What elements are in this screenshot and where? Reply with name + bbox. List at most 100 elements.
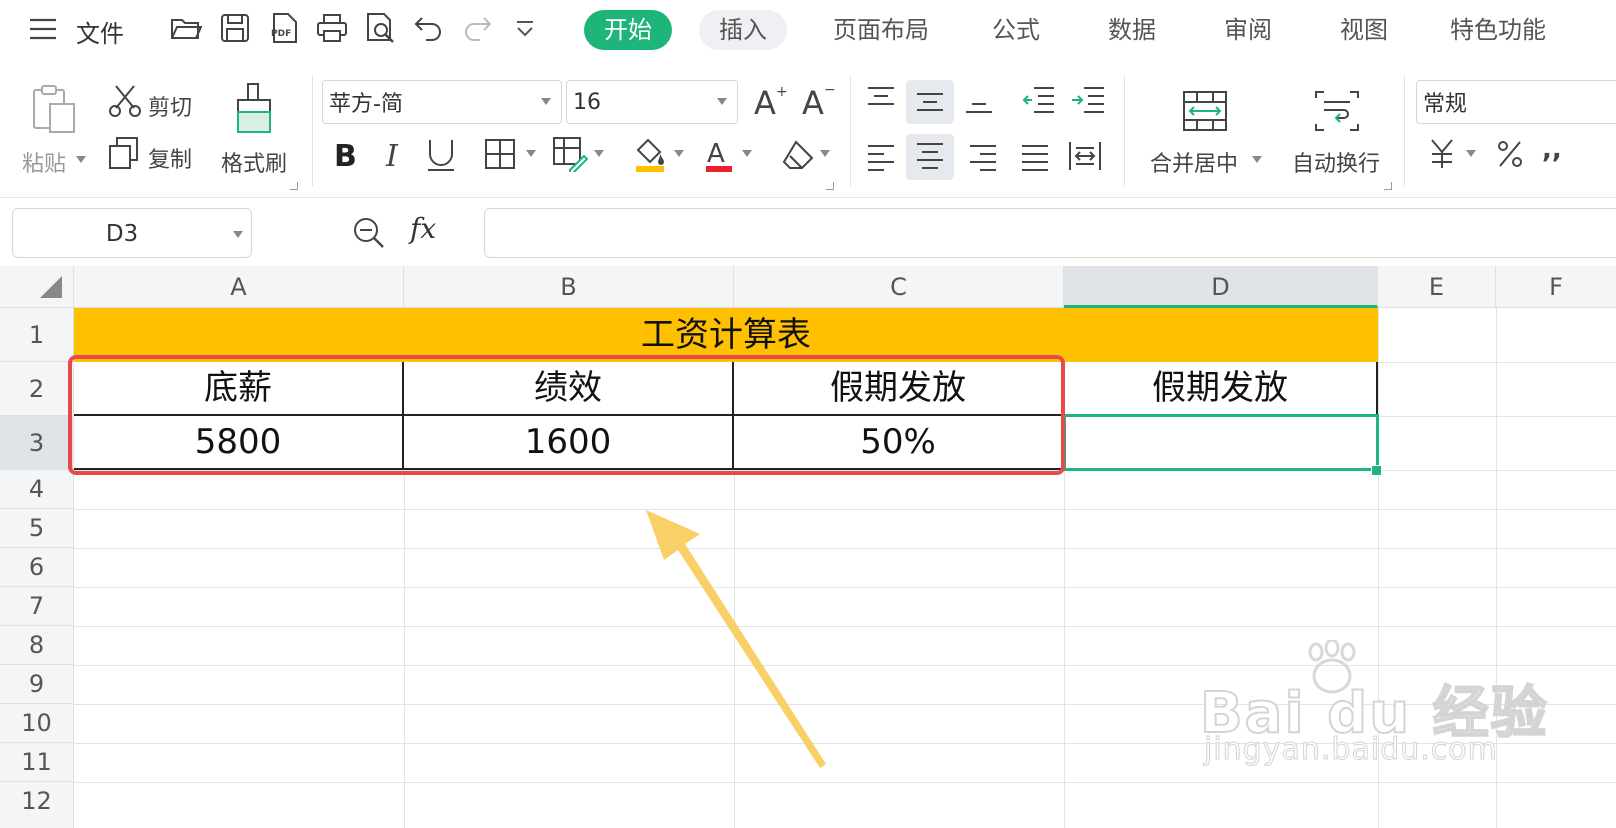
row-header-3[interactable]: 3 — [0, 416, 74, 470]
font-name-select[interactable]: 苹方-简 — [322, 80, 562, 124]
more-icon[interactable] — [514, 20, 536, 38]
number-format-select[interactable]: 常规 — [1416, 80, 1616, 124]
select-all-button[interactable] — [0, 266, 74, 308]
row-header-1[interactable]: 1 — [0, 308, 74, 362]
column-header-e[interactable]: E — [1378, 266, 1496, 308]
row-header-10[interactable]: 10 — [0, 704, 74, 743]
currency-icon[interactable] — [1428, 138, 1456, 170]
tab-formula[interactable]: 公式 — [972, 10, 1060, 50]
fill-color-dropdown-icon[interactable] — [674, 150, 684, 157]
row-header-8[interactable]: 8 — [0, 626, 74, 665]
column-header-d[interactable]: D — [1064, 266, 1378, 308]
align-left-icon[interactable] — [866, 142, 896, 172]
watermark-url: jingyan.baidu.com — [1204, 732, 1498, 768]
font-size-select[interactable]: 16 — [566, 80, 738, 124]
cell-d2[interactable]: 假期发放 — [1064, 362, 1378, 416]
column-header-c[interactable]: C — [734, 266, 1064, 308]
thousands-separator-icon[interactable]: ,, — [1540, 136, 1568, 164]
tab-special-features[interactable]: 特色功能 — [1430, 10, 1566, 50]
currency-dropdown-icon[interactable] — [1466, 150, 1476, 157]
column-header-f[interactable]: F — [1496, 266, 1616, 308]
font-size-value: 16 — [573, 89, 601, 115]
tab-insert[interactable]: 插入 — [699, 10, 787, 50]
justify-icon[interactable] — [1020, 142, 1050, 172]
align-right-icon[interactable] — [968, 142, 998, 172]
tab-start[interactable]: 开始 — [584, 10, 672, 50]
column-header-b[interactable]: B — [404, 266, 734, 308]
print-icon[interactable] — [316, 13, 348, 43]
print-preview-icon[interactable] — [364, 12, 398, 44]
decrease-indent-icon[interactable] — [1022, 84, 1056, 114]
cell-style-icon[interactable] — [552, 136, 588, 172]
cut-button[interactable]: 剪切 — [148, 90, 192, 122]
format-painter-icon[interactable] — [234, 82, 274, 138]
copy-icon[interactable] — [108, 136, 140, 170]
file-menu[interactable]: 文件 — [76, 14, 124, 49]
increase-indent-icon[interactable] — [1070, 84, 1104, 114]
format-painter-button[interactable]: 格式刷 — [221, 146, 287, 178]
title-cell[interactable]: 工资计算表 — [74, 308, 1378, 362]
align-top-icon[interactable] — [866, 84, 896, 114]
row-header-5[interactable]: 5 — [0, 509, 74, 548]
menu-icon[interactable] — [26, 12, 60, 46]
row-header-9[interactable]: 9 — [0, 665, 74, 704]
tab-review[interactable]: 审阅 — [1204, 10, 1292, 50]
distributed-align-icon[interactable] — [1068, 140, 1102, 172]
column-header-a[interactable]: A — [74, 266, 404, 308]
borders-dropdown-icon[interactable] — [526, 150, 536, 157]
eraser-dropdown-icon[interactable] — [820, 150, 830, 157]
formula-input[interactable] — [484, 208, 1616, 258]
gridline — [74, 587, 1616, 588]
align-middle-button[interactable] — [906, 80, 954, 124]
merge-center-icon[interactable] — [1182, 90, 1228, 132]
tab-page-layout[interactable]: 页面布局 — [813, 10, 949, 50]
decrease-font-icon[interactable]: A − — [800, 82, 836, 120]
borders-icon[interactable] — [484, 138, 518, 170]
undo-icon[interactable] — [414, 14, 444, 42]
merge-center-button[interactable]: 合并居中 — [1150, 146, 1238, 178]
chevron-down-icon — [541, 98, 551, 105]
redo-icon[interactable] — [462, 14, 492, 42]
fill-color-icon[interactable] — [634, 136, 668, 174]
open-folder-icon[interactable] — [170, 14, 202, 42]
row-header-4[interactable]: 4 — [0, 470, 74, 509]
paste-icon[interactable] — [32, 84, 78, 134]
wrap-text-button[interactable]: 自动换行 — [1292, 146, 1380, 178]
export-pdf-icon[interactable]: PDF — [268, 12, 300, 44]
tab-view[interactable]: 视图 — [1320, 10, 1408, 50]
scissors-icon[interactable] — [108, 84, 142, 118]
row-header-11[interactable]: 11 — [0, 743, 74, 782]
font-group-launcher[interactable] — [826, 182, 834, 190]
row-header-6[interactable]: 6 — [0, 548, 74, 587]
copy-button[interactable]: 复制 — [148, 142, 192, 174]
clipboard-group-launcher[interactable] — [290, 182, 298, 190]
align-center-button[interactable] — [906, 134, 954, 180]
paste-button[interactable]: 粘贴 — [22, 146, 66, 178]
eraser-icon[interactable] — [782, 138, 816, 170]
font-color-icon[interactable]: A — [704, 136, 734, 174]
align-bottom-icon[interactable] — [964, 86, 994, 118]
name-box[interactable]: D3 — [12, 208, 252, 258]
merge-center-dropdown-icon[interactable] — [1252, 156, 1262, 163]
zoom-icon[interactable] — [352, 216, 386, 250]
selected-cell-d3[interactable] — [1063, 414, 1379, 471]
percent-icon[interactable] — [1496, 138, 1524, 170]
insert-function-button[interactable]: fx — [410, 212, 436, 245]
row-header-2[interactable]: 2 — [0, 362, 74, 416]
row-header-7[interactable]: 7 — [0, 587, 74, 626]
svg-text:PDF: PDF — [271, 29, 291, 39]
paste-dropdown-icon[interactable] — [76, 156, 86, 163]
alignment-group-launcher[interactable] — [1384, 182, 1392, 190]
svg-text:A: A — [802, 84, 824, 120]
bold-icon[interactable]: B — [332, 136, 362, 172]
tab-data[interactable]: 数据 — [1088, 10, 1176, 50]
row-header-12[interactable]: 12 — [0, 782, 74, 828]
wrap-text-icon[interactable] — [1314, 90, 1360, 132]
fill-handle[interactable] — [1371, 465, 1382, 476]
save-icon[interactable] — [220, 13, 250, 43]
cell-style-dropdown-icon[interactable] — [594, 150, 604, 157]
italic-icon[interactable]: I — [384, 136, 406, 172]
increase-font-icon[interactable]: A + — [752, 82, 788, 120]
font-color-dropdown-icon[interactable] — [742, 150, 752, 157]
underline-icon[interactable] — [426, 136, 456, 174]
